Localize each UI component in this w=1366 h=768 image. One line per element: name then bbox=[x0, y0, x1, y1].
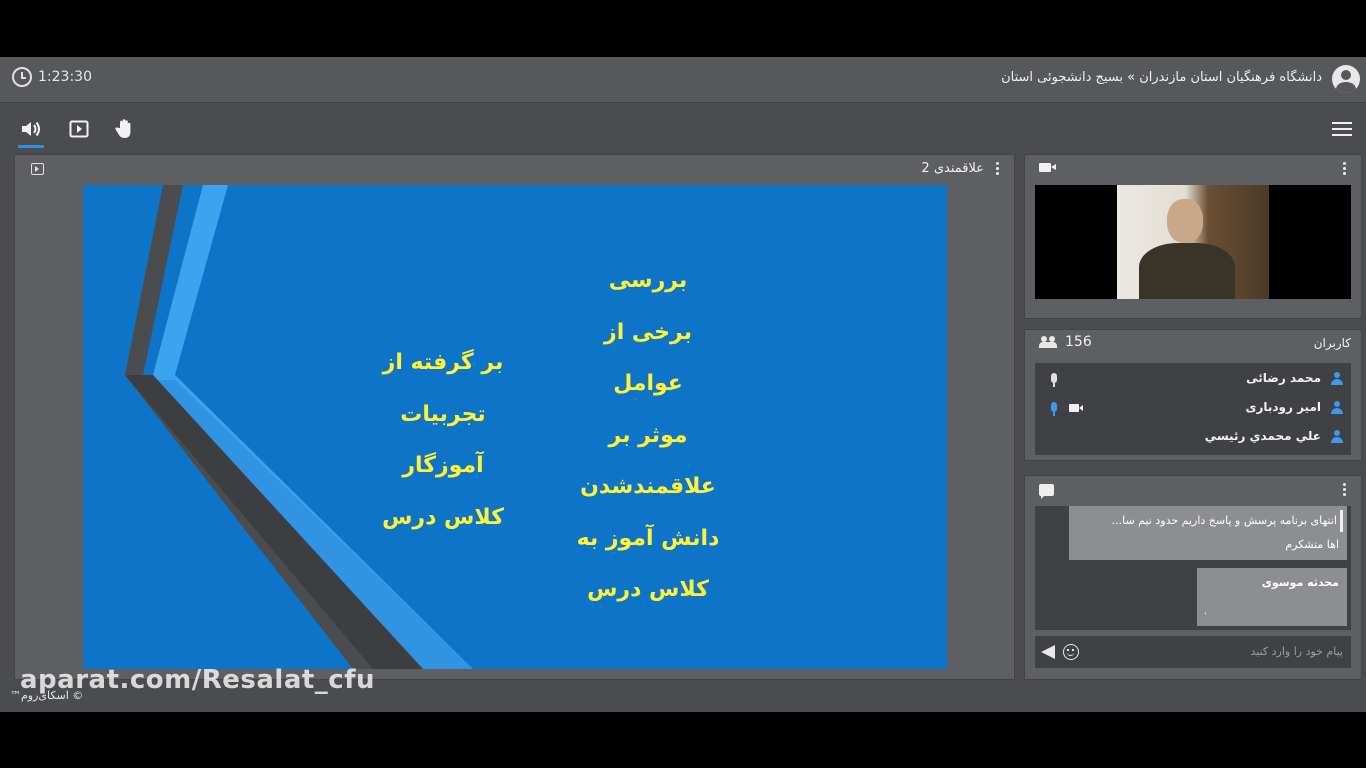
message-sender: محدثه موسوی bbox=[1261, 576, 1339, 589]
send-icon[interactable] bbox=[1041, 645, 1055, 659]
share-screen-button[interactable] bbox=[66, 116, 92, 142]
slide-line: کلاس درس bbox=[587, 577, 709, 602]
slide-line: برخی از bbox=[604, 319, 692, 345]
presentation-options-icon[interactable] bbox=[996, 162, 1000, 176]
timer-text: 1:23:30 bbox=[38, 69, 92, 85]
slide-line: کلاس درس bbox=[382, 504, 504, 530]
users-panel: 156 کاربران محمد رضائی امیر رودباری علي … bbox=[1024, 329, 1362, 461]
presenter-head bbox=[1167, 199, 1203, 243]
presentation-slide: بررسی برخی از عوامل موثر بر علاقمندشدن د… bbox=[83, 185, 947, 669]
slide-line: بر گرفته از bbox=[382, 350, 504, 375]
speaker-button[interactable] bbox=[18, 116, 44, 148]
chat-message: محدثه موسوی . bbox=[1197, 568, 1347, 626]
presentation-header: علاقمندی 2 bbox=[15, 155, 1014, 183]
message-text: انتهای برنامه پرسش و پاسخ داریم حدود نیم… bbox=[1111, 514, 1337, 527]
room-title: دانشگاه فرهنگیان استان مازندران » بسیج د… bbox=[1001, 70, 1322, 85]
speaker-icon bbox=[22, 121, 40, 137]
user-row[interactable]: محمد رضائی bbox=[1035, 365, 1351, 393]
share-screen-icon bbox=[69, 120, 89, 138]
users-title: کاربران bbox=[1313, 336, 1351, 350]
slide-text-column-left: بر گرفته از تجربیات آموزگار کلاس درس bbox=[373, 337, 513, 543]
emoji-icon[interactable] bbox=[1063, 644, 1079, 660]
message-text: اها متشکرم bbox=[1285, 538, 1339, 551]
slide-text-column-right: بررسی برخی از عوامل موثر بر علاقمندشدن د… bbox=[568, 255, 728, 616]
webcam-options-icon[interactable] bbox=[1343, 162, 1347, 176]
presenter-body bbox=[1139, 243, 1235, 299]
user-icon bbox=[1331, 372, 1343, 385]
raise-hand-icon bbox=[115, 119, 131, 138]
clock-icon bbox=[12, 67, 32, 87]
account-avatar-icon[interactable] bbox=[1332, 65, 1360, 93]
user-icon bbox=[1331, 430, 1343, 443]
chat-messages[interactable]: انتهای برنامه پرسش و پاسخ داریم حدود نیم… bbox=[1035, 506, 1351, 630]
slide-decoration bbox=[125, 185, 473, 669]
slide-line: بررسی bbox=[608, 268, 688, 293]
session-timer: 1:23:30 bbox=[12, 67, 92, 87]
users-list: محمد رضائی امیر رودباری علي محمدي رئيسي bbox=[1035, 363, 1351, 455]
slide-line: موثر بر bbox=[608, 422, 688, 448]
slide-line: عوامل bbox=[613, 371, 683, 396]
header-bar: 1:23:30 دانشگاه فرهنگیان استان مازندران … bbox=[0, 57, 1366, 103]
chat-message: انتهای برنامه پرسش و پاسخ داریم حدود نیم… bbox=[1069, 506, 1347, 560]
copyright-label: © اسکای‌روم™ bbox=[10, 689, 84, 702]
presentation-panel: علاقمندی 2 بررسی برخی از عوامل موثر بر ع… bbox=[14, 154, 1015, 680]
slide-line: علاقمندشدن bbox=[580, 474, 716, 499]
slide-line: تجربیات bbox=[400, 401, 486, 427]
app-window: 1:23:30 دانشگاه فرهنگیان استان مازندران … bbox=[0, 57, 1366, 712]
hamburger-menu-icon bbox=[1332, 122, 1352, 124]
user-name: امیر رودباری bbox=[1245, 400, 1321, 414]
video-stream[interactable] bbox=[1035, 185, 1351, 299]
message-quote-bar bbox=[1340, 510, 1343, 532]
user-row[interactable]: امیر رودباری bbox=[1035, 394, 1351, 422]
toolbar bbox=[0, 104, 1366, 154]
chat-panel: انتهای برنامه پرسش و پاسخ داریم حدود نیم… bbox=[1024, 475, 1362, 680]
presentation-title: علاقمندی 2 bbox=[921, 161, 984, 176]
slide-line: دانش آموز به bbox=[576, 525, 720, 551]
hamburger-menu-button[interactable] bbox=[1332, 122, 1352, 138]
microphone-icon bbox=[1051, 373, 1057, 387]
minimize-presentation-icon[interactable] bbox=[31, 163, 44, 175]
camera-icon bbox=[1039, 163, 1056, 172]
user-name: محمد رضائی bbox=[1246, 371, 1321, 385]
user-name: علي محمدي رئيسي bbox=[1204, 429, 1321, 443]
chat-input[interactable]: پیام خود را وارد کنید bbox=[1250, 645, 1343, 658]
user-row[interactable]: علي محمدي رئيسي bbox=[1035, 423, 1351, 451]
user-icon bbox=[1331, 401, 1343, 414]
raise-hand-button[interactable] bbox=[112, 116, 138, 142]
slide-line: آموزگار bbox=[402, 453, 484, 478]
chat-options-icon[interactable] bbox=[1343, 483, 1347, 497]
message-text: . bbox=[1203, 606, 1207, 617]
letterbox-top bbox=[0, 0, 1366, 57]
microphone-active-icon bbox=[1051, 402, 1057, 416]
letterbox-bottom bbox=[0, 712, 1366, 768]
users-count-value: 156 bbox=[1065, 334, 1092, 350]
chat-icon bbox=[1039, 484, 1054, 499]
webcam-panel bbox=[1024, 154, 1362, 319]
presenter-video bbox=[1117, 185, 1269, 299]
group-icon bbox=[1039, 336, 1057, 348]
users-count: 156 bbox=[1039, 334, 1092, 350]
chat-input-bar: پیام خود را وارد کنید bbox=[1035, 636, 1351, 668]
video-camera-icon bbox=[1069, 404, 1083, 412]
